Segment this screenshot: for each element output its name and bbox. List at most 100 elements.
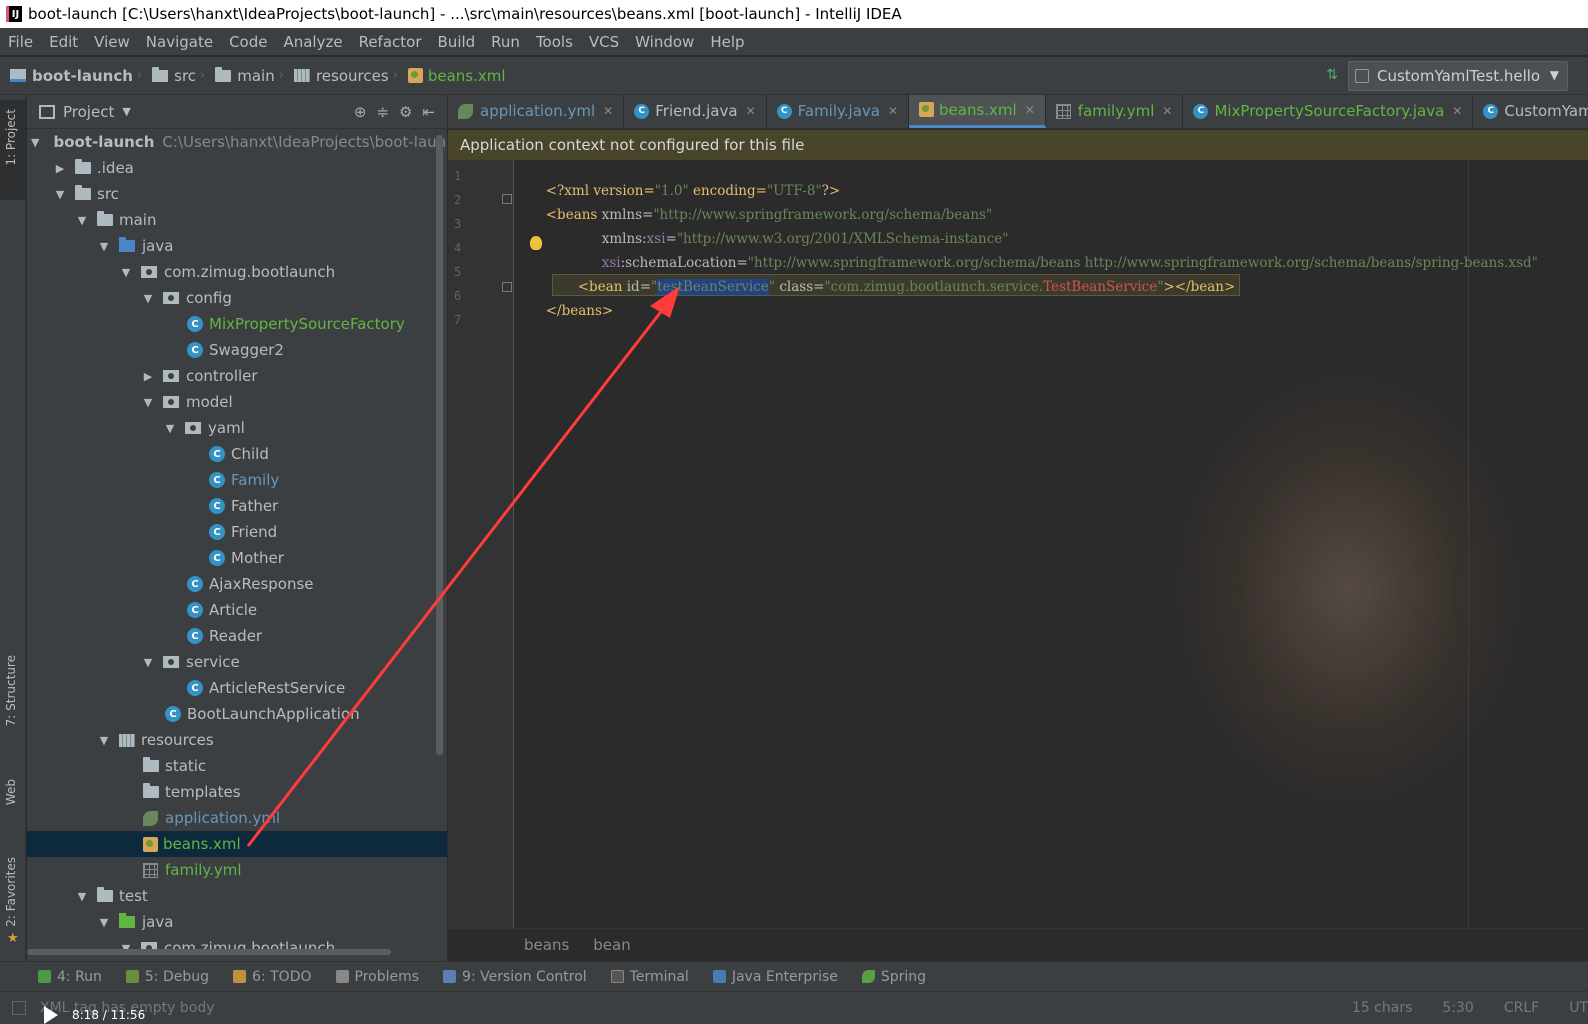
menu-vcs[interactable]: VCS <box>589 33 619 51</box>
expanded-arrow-icon[interactable]: ▼ <box>75 890 89 903</box>
close-icon[interactable]: ✕ <box>1452 104 1462 118</box>
tree-item-mother[interactable]: C Mother <box>27 545 447 571</box>
collapsed-arrow-icon[interactable]: ▶ <box>53 162 67 175</box>
tab-mixpropertysourcefactory-java[interactable]: C MixPropertySourceFactory.java ✕ <box>1183 95 1474 128</box>
menu-view[interactable]: View <box>94 33 130 51</box>
hide-panel-icon[interactable]: ⇤ <box>422 103 435 121</box>
menu-analyze[interactable]: Analyze <box>283 33 342 51</box>
tool-version-control[interactable]: 9: Version Control <box>443 969 587 985</box>
tree-item-java[interactable]: ▼ java <box>27 233 447 259</box>
tool-tab-favorites[interactable]: 2: Favorites <box>4 857 18 927</box>
tree-item-reader[interactable]: C Reader <box>27 623 447 649</box>
expanded-arrow-icon[interactable]: ▼ <box>141 292 155 305</box>
expanded-arrow-icon[interactable]: ▼ <box>119 942 133 950</box>
tree-item-src[interactable]: ▼ src <box>27 181 447 207</box>
expanded-arrow-icon[interactable]: ▼ <box>97 734 111 747</box>
tool-terminal[interactable]: Terminal <box>610 969 689 985</box>
chevron-down-icon[interactable]: ▼ <box>122 105 130 118</box>
fold-marker-icon[interactable] <box>502 194 512 204</box>
breadcrumb-src[interactable]: src › <box>152 66 211 85</box>
tree-item-child[interactable]: C Child <box>27 441 447 467</box>
tree-item-application-yml[interactable]: application.yml <box>27 805 447 831</box>
tool-spring[interactable]: Spring <box>861 969 926 985</box>
breadcrumb-project[interactable]: boot-launch › <box>10 67 148 85</box>
close-icon[interactable]: ✕ <box>1025 103 1035 117</box>
status-caret-position[interactable]: 5:30 <box>1442 1000 1473 1016</box>
locate-file-icon[interactable]: ⊕ <box>354 103 367 121</box>
tree-item-articlerestservice[interactable]: C ArticleRestService <box>27 675 447 701</box>
expanded-arrow-icon[interactable]: ▼ <box>163 422 177 435</box>
tool-run[interactable]: 4: Run <box>38 969 102 985</box>
code-area[interactable]: 1 2 3 4 5 6 7 <?xml version="1.0" encodi… <box>448 160 1588 928</box>
project-vertical-scrollbar[interactable] <box>436 135 443 755</box>
menu-help[interactable]: Help <box>710 33 744 51</box>
tree-item-beans-xml[interactable]: beans.xml <box>27 831 447 857</box>
expanded-arrow-icon[interactable]: ▼ <box>141 656 155 669</box>
editor-breadcrumb-beans[interactable]: beans <box>524 936 569 954</box>
tree-item-father[interactable]: C Father <box>27 493 447 519</box>
tree-item-config[interactable]: ▼ config <box>27 285 447 311</box>
menu-file[interactable]: File <box>8 33 33 51</box>
tree-item-ajaxresponse[interactable]: C AjaxResponse <box>27 571 447 597</box>
tree-item-root[interactable]: ▼ boot-launch C:\Users\hanxt\IdeaProject… <box>27 129 447 155</box>
menu-edit[interactable]: Edit <box>49 33 78 51</box>
tree-item-main[interactable]: ▼ main <box>27 207 447 233</box>
tree-item-controller[interactable]: ▶ controller <box>27 363 447 389</box>
tool-debug[interactable]: 5: Debug <box>125 969 209 985</box>
tab-application-yml[interactable]: application.yml ✕ <box>448 95 625 128</box>
expanded-arrow-icon[interactable]: ▼ <box>31 136 39 149</box>
tree-item-package[interactable]: ▼ com.zimug.bootlaunch <box>27 259 447 285</box>
close-icon[interactable]: ✕ <box>888 104 898 118</box>
tool-tab-structure[interactable]: 7: Structure <box>4 655 18 726</box>
tab-customyaml[interactable]: C CustomYam <box>1473 95 1588 128</box>
menu-navigate[interactable]: Navigate <box>146 33 213 51</box>
collapsed-arrow-icon[interactable]: ▶ <box>141 370 155 383</box>
expanded-arrow-icon[interactable]: ▼ <box>119 266 133 279</box>
tool-java-enterprise[interactable]: Java Enterprise <box>712 969 838 985</box>
tree-item-test[interactable]: ▼ test <box>27 883 447 909</box>
tool-windows-toggle-icon[interactable] <box>12 1001 26 1015</box>
expanded-arrow-icon[interactable]: ▼ <box>141 396 155 409</box>
tree-item-bootlaunchapplication[interactable]: C BootLaunchApplication <box>27 701 447 727</box>
tree-item-service[interactable]: ▼ service <box>27 649 447 675</box>
vcs-update-icon[interactable]: ⇅ <box>1326 67 1338 83</box>
close-icon[interactable]: ✕ <box>1162 104 1172 118</box>
menu-code[interactable]: Code <box>229 33 267 51</box>
collapse-all-icon[interactable]: ≑ <box>376 103 389 121</box>
tree-item-test-java[interactable]: ▼ java <box>27 909 447 935</box>
menu-refactor[interactable]: Refactor <box>359 33 422 51</box>
tool-problems[interactable]: Problems <box>335 969 419 985</box>
expanded-arrow-icon[interactable]: ▼ <box>53 188 67 201</box>
breadcrumb-beans-xml[interactable]: beans.xml <box>407 67 506 85</box>
fold-marker-icon[interactable] <box>502 282 512 292</box>
play-icon[interactable] <box>44 1006 58 1024</box>
tree-item-yaml[interactable]: ▼ yaml <box>27 415 447 441</box>
tree-item-idea[interactable]: ▶ .idea <box>27 155 447 181</box>
tree-item-friend[interactable]: C Friend <box>27 519 447 545</box>
tab-friend-java[interactable]: C Friend.java ✕ <box>624 95 767 128</box>
close-icon[interactable]: ✕ <box>603 104 613 118</box>
status-line-separator[interactable]: CRLF <box>1504 1000 1539 1016</box>
selected-bean-id[interactable]: testBeanService <box>657 279 769 295</box>
tree-item-templates[interactable]: templates <box>27 779 447 805</box>
tool-tab-web[interactable]: Web <box>4 779 18 805</box>
expanded-arrow-icon[interactable]: ▼ <box>75 214 89 227</box>
tree-item-family[interactable]: C Family <box>27 467 447 493</box>
expanded-arrow-icon[interactable]: ▼ <box>97 916 111 929</box>
tool-todo[interactable]: 6: TODO <box>233 969 312 985</box>
tree-item-family-yml[interactable]: family.yml <box>27 857 447 883</box>
tree-item-model[interactable]: ▼ model <box>27 389 447 415</box>
tool-tab-project[interactable]: 1: Project <box>4 109 18 166</box>
tree-item-test-package[interactable]: ▼ com.zimug.bootlaunch <box>27 935 447 949</box>
expanded-arrow-icon[interactable]: ▼ <box>97 240 111 253</box>
tree-item-mixpropertysourcefactory[interactable]: C MixPropertySourceFactory <box>27 311 447 337</box>
run-configuration-select[interactable]: CustomYamlTest.hello ▼ <box>1348 61 1568 91</box>
editor-breadcrumb-bean[interactable]: bean <box>593 936 630 954</box>
status-encoding[interactable]: UT <box>1569 1000 1588 1016</box>
breadcrumb-resources[interactable]: resources › <box>293 67 404 85</box>
menu-window[interactable]: Window <box>635 33 694 51</box>
menu-tools[interactable]: Tools <box>536 33 573 51</box>
tab-family-yml[interactable]: family.yml ✕ <box>1046 95 1184 128</box>
tree-item-article[interactable]: C Article <box>27 597 447 623</box>
breadcrumb-main[interactable]: main › <box>215 66 290 85</box>
